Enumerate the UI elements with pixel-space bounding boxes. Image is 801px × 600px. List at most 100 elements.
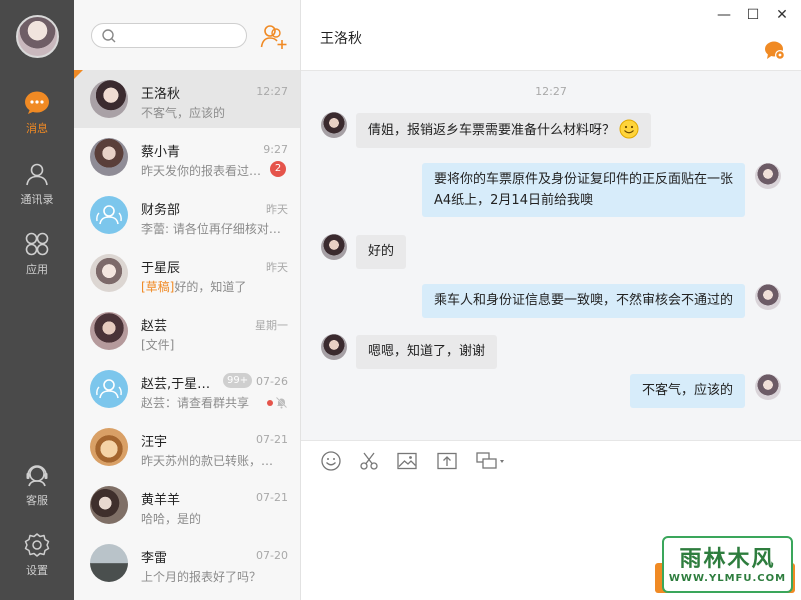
smiley-emoji-icon bbox=[619, 119, 639, 139]
my-avatar[interactable] bbox=[16, 15, 59, 58]
conversation-name: 财务部 bbox=[141, 203, 181, 218]
time-divider: 12:27 bbox=[535, 85, 567, 98]
watermark-logo: 雨林木风 WWW.YLMFU.COM bbox=[662, 536, 793, 593]
add-contact-icon[interactable] bbox=[260, 22, 288, 50]
avatar[interactable] bbox=[321, 334, 347, 360]
conversation-name: 汪宇 bbox=[141, 435, 168, 450]
avatar bbox=[90, 486, 128, 524]
avatar[interactable] bbox=[755, 374, 781, 400]
avatar bbox=[90, 428, 128, 466]
message-bubble[interactable]: 倩姐，报销返乡车票需要准备什么材料呀？ bbox=[356, 113, 652, 148]
apps-icon bbox=[25, 232, 49, 256]
conversation-time: 昨天 bbox=[266, 203, 288, 216]
chat-settings-icon[interactable] bbox=[764, 40, 786, 62]
screenshot-scissors-icon[interactable] bbox=[358, 450, 380, 472]
message-icon bbox=[25, 91, 49, 114]
nav-item-customer-service[interactable]: 客服 bbox=[0, 462, 74, 518]
emoji-icon[interactable] bbox=[320, 450, 342, 472]
message-bubble[interactable]: 好的 bbox=[356, 235, 407, 269]
avatar[interactable] bbox=[321, 112, 347, 138]
message-area[interactable]: 12:27 倩姐，报销返乡车票需要准备什么材料呀？ 要将你的车票原件及身份证复印… bbox=[301, 72, 801, 440]
conversation-preview: 昨天发你的报表看过了吗 bbox=[141, 164, 269, 178]
conversation-name: 赵芸 bbox=[141, 319, 168, 334]
nav-item-settings[interactable]: 设置 bbox=[0, 532, 74, 588]
nav-label: 应用 bbox=[26, 263, 48, 276]
search-box[interactable] bbox=[91, 23, 247, 48]
conversation-name: 于星辰 bbox=[141, 261, 181, 276]
avatar bbox=[90, 196, 128, 234]
left-nav: 消息 通讯录 应用 客服 设置 bbox=[0, 0, 74, 600]
avatar[interactable] bbox=[755, 163, 781, 189]
nav-label: 通讯录 bbox=[20, 193, 54, 206]
conversation-preview: 李蕾: 请各位再仔细核对一下 bbox=[141, 222, 281, 236]
conversation-name: 王洛秋 bbox=[141, 87, 181, 102]
close-button[interactable]: ✕ bbox=[773, 6, 791, 24]
message-bubble[interactable]: 乘车人和身份证信息要一致噢，不然审核会不通过的 bbox=[422, 284, 746, 318]
image-icon[interactable] bbox=[396, 450, 418, 472]
message-text: 倩姐，报销返乡车票需要准备什么材料呀？ bbox=[368, 123, 616, 138]
conversation-preview: [草稿]好的，知道了 bbox=[141, 278, 281, 295]
conversation-preview: 不客气，应该的 bbox=[141, 106, 226, 120]
avatar[interactable] bbox=[755, 284, 781, 310]
conversation-item[interactable]: 于星辰 昨天 [草稿]好的，知道了 bbox=[74, 244, 300, 302]
customer-service-icon bbox=[26, 465, 48, 487]
conversation-item[interactable]: 王洛秋 12:27 不客气，应该的 bbox=[74, 70, 300, 128]
nav-item-contacts[interactable]: 通讯录 bbox=[0, 161, 74, 217]
avatar bbox=[90, 544, 128, 582]
conversation-item[interactable]: 李雷 07-20 上个月的报表好了吗？ bbox=[74, 534, 300, 592]
avatar bbox=[90, 254, 128, 292]
nav-label: 设置 bbox=[26, 564, 48, 577]
watermark-url: WWW.YLMFU.COM bbox=[668, 573, 787, 584]
contacts-icon bbox=[26, 163, 48, 186]
avatar bbox=[90, 138, 128, 176]
avatar bbox=[90, 312, 128, 350]
message-bubble[interactable]: 嗯嗯，知道了，谢谢 bbox=[356, 335, 498, 369]
settings-icon bbox=[24, 533, 50, 557]
conversation-time: 昨天 bbox=[266, 261, 288, 274]
avatar[interactable] bbox=[321, 234, 347, 260]
conversation-preview: 赵芸：请查看群共享 bbox=[141, 396, 250, 410]
conversation-item[interactable]: 赵芸 星期一 [文件] bbox=[74, 302, 300, 360]
message-bubble[interactable]: 要将你的车票原件及身份证复印件的正反面贴在一张 A4纸上，2月14日前给我噢 bbox=[422, 163, 746, 217]
unread-dot bbox=[267, 400, 273, 406]
pinned-marker bbox=[74, 70, 83, 79]
group-icon bbox=[96, 205, 122, 225]
chat-title: 王洛秋 bbox=[320, 31, 362, 47]
message-text-line: 要将你的车票原件及身份证复印件的正反面贴在一张 bbox=[434, 172, 734, 187]
conversation-item[interactable]: 汪宇 07-21 昨天苏州的款已转账，请查收 bbox=[74, 418, 300, 476]
member-count-badge: 99+ bbox=[223, 373, 253, 388]
watermark-title: 雨林木风 bbox=[679, 547, 776, 572]
conversation-item[interactable]: 黄羊羊 07-21 哈哈，是的 bbox=[74, 476, 300, 534]
upload-file-icon[interactable] bbox=[436, 450, 458, 472]
conversation-time: 07-20 bbox=[256, 549, 288, 562]
conversation-time: 07-21 bbox=[256, 433, 288, 446]
group-icon bbox=[96, 379, 122, 399]
maximize-button[interactable]: ☐ bbox=[744, 6, 762, 24]
unread-badge: 2 bbox=[270, 161, 286, 177]
conversation-name: 黄羊羊 bbox=[141, 493, 181, 508]
chat-panel: 王洛秋 — ☐ ✕ 12:27 倩姐，报销返乡车票需要准备什么材料呀？ 要将你的… bbox=[301, 0, 801, 600]
conversation-item[interactable]: 蔡小青 9:27 昨天发你的报表看过了吗 2 bbox=[74, 128, 300, 186]
conversation-preview: 哈哈，是的 bbox=[141, 512, 202, 526]
conversation-time: 07-26 bbox=[256, 375, 288, 388]
search-icon bbox=[102, 29, 116, 43]
conversation-item[interactable]: 财务部 昨天 李蕾: 请各位再仔细核对一下 bbox=[74, 186, 300, 244]
nav-item-apps[interactable]: 应用 bbox=[0, 231, 74, 287]
avatar bbox=[90, 80, 128, 118]
conversation-preview: 昨天苏州的款已转账，请查收 bbox=[141, 454, 281, 468]
nav-item-messages[interactable]: 消息 bbox=[0, 90, 74, 146]
conversation-name: 蔡小青 bbox=[141, 145, 181, 160]
conversation-time: 9:27 bbox=[263, 143, 288, 156]
conversation-item[interactable]: 赵芸,于星辰,李蕾 99+ 07-26 赵芸：请查看群共享 bbox=[74, 360, 300, 418]
avatar bbox=[90, 370, 128, 408]
conversation-preview: 上个月的报表好了吗？ bbox=[141, 570, 262, 584]
conversation-name: 李雷 bbox=[141, 551, 168, 566]
remote-screen-icon[interactable] bbox=[475, 450, 507, 472]
chat-header: 王洛秋 — ☐ ✕ bbox=[301, 0, 801, 71]
message-bubble[interactable]: 不客气，应该的 bbox=[630, 374, 746, 408]
nav-label: 客服 bbox=[26, 494, 48, 507]
draft-text: 好的，知道了 bbox=[174, 280, 247, 294]
mute-bell-icon bbox=[275, 396, 288, 409]
search-input[interactable] bbox=[120, 27, 238, 44]
minimize-button[interactable]: — bbox=[715, 6, 733, 24]
